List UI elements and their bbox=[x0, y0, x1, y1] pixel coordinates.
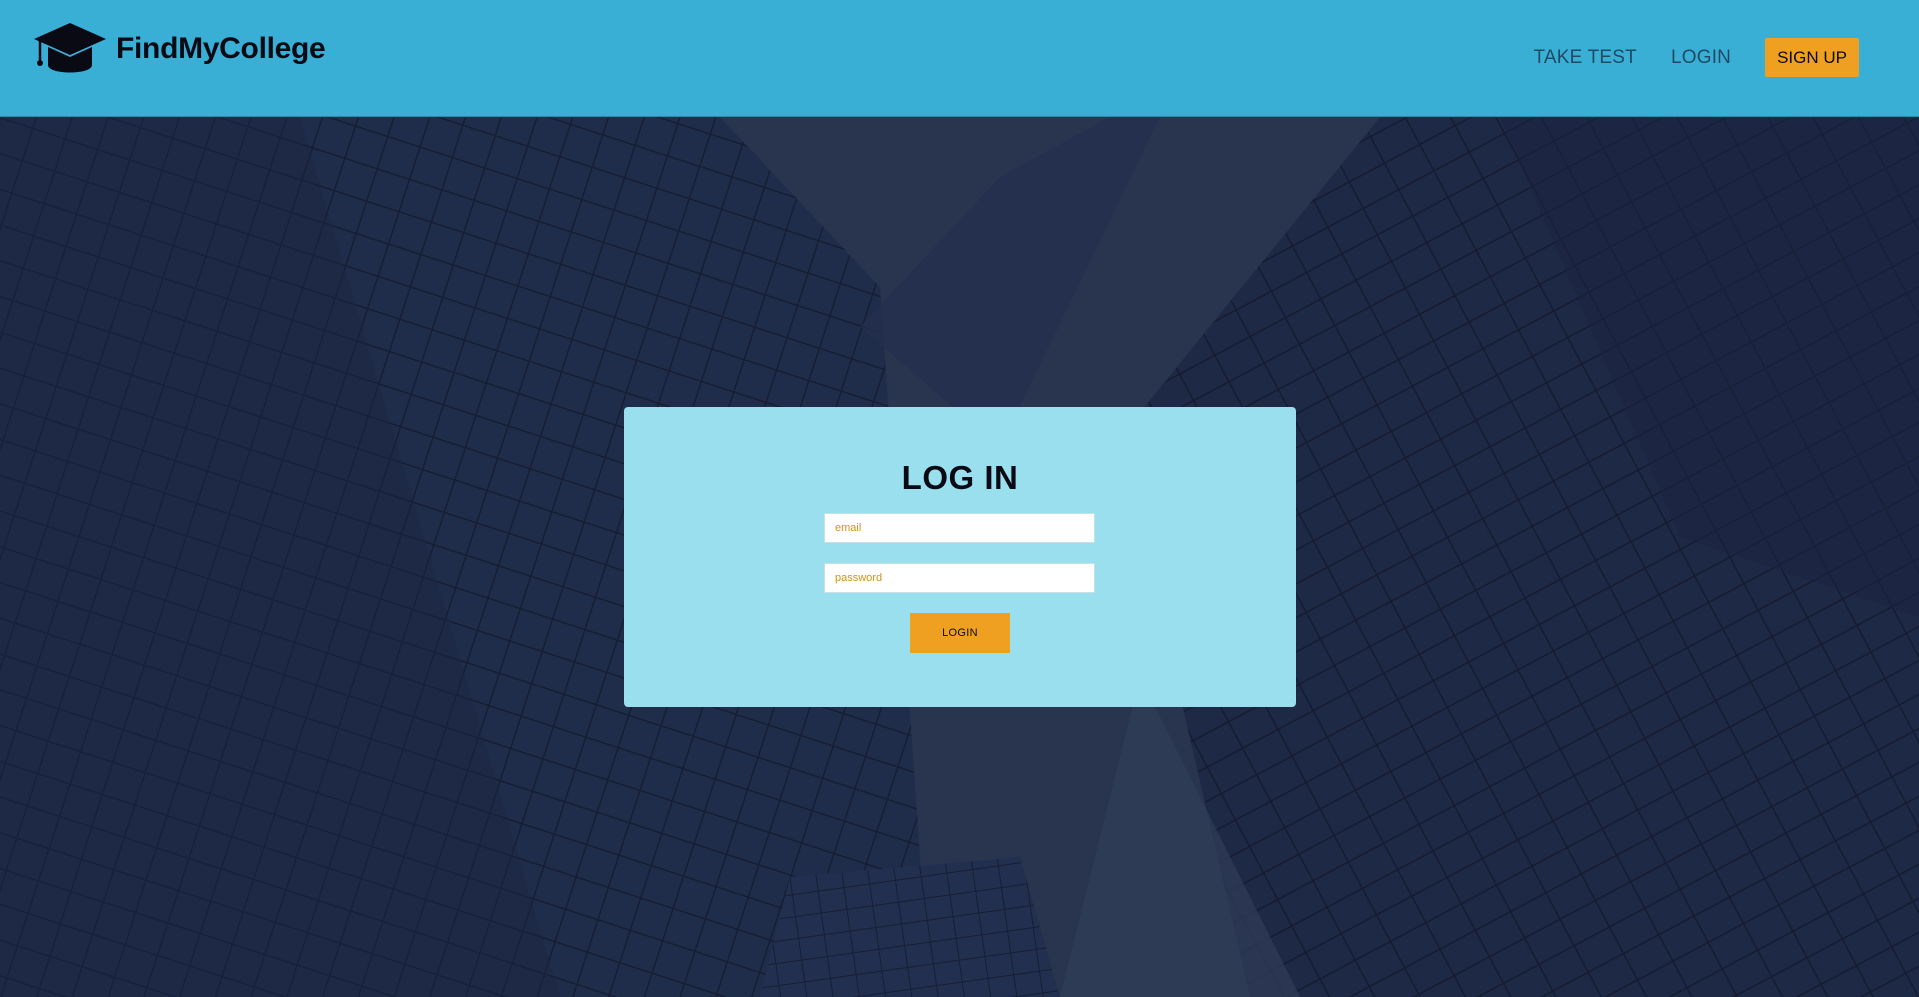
login-card: LOG IN LOGIN bbox=[624, 407, 1296, 707]
password-field[interactable] bbox=[824, 563, 1095, 593]
email-field[interactable] bbox=[824, 513, 1095, 543]
nav-login-link[interactable]: LOGIN bbox=[1671, 47, 1731, 69]
nav-take-test-link[interactable]: TAKE TEST bbox=[1533, 47, 1637, 69]
hero-background: LOG IN LOGIN bbox=[0, 117, 1919, 997]
graduation-cap-icon bbox=[34, 23, 106, 73]
brand-name: FindMyCollege bbox=[116, 32, 326, 65]
login-title: LOG IN bbox=[901, 459, 1019, 496]
nav-signup-button[interactable]: SIGN UP bbox=[1765, 38, 1859, 77]
login-submit-button[interactable]: LOGIN bbox=[910, 613, 1010, 653]
main-nav: TAKE TEST LOGIN SIGN UP bbox=[1499, 38, 1859, 77]
top-navbar: FindMyCollege TAKE TEST LOGIN SIGN UP bbox=[0, 0, 1919, 117]
brand-logo-link[interactable]: FindMyCollege bbox=[32, 21, 326, 77]
